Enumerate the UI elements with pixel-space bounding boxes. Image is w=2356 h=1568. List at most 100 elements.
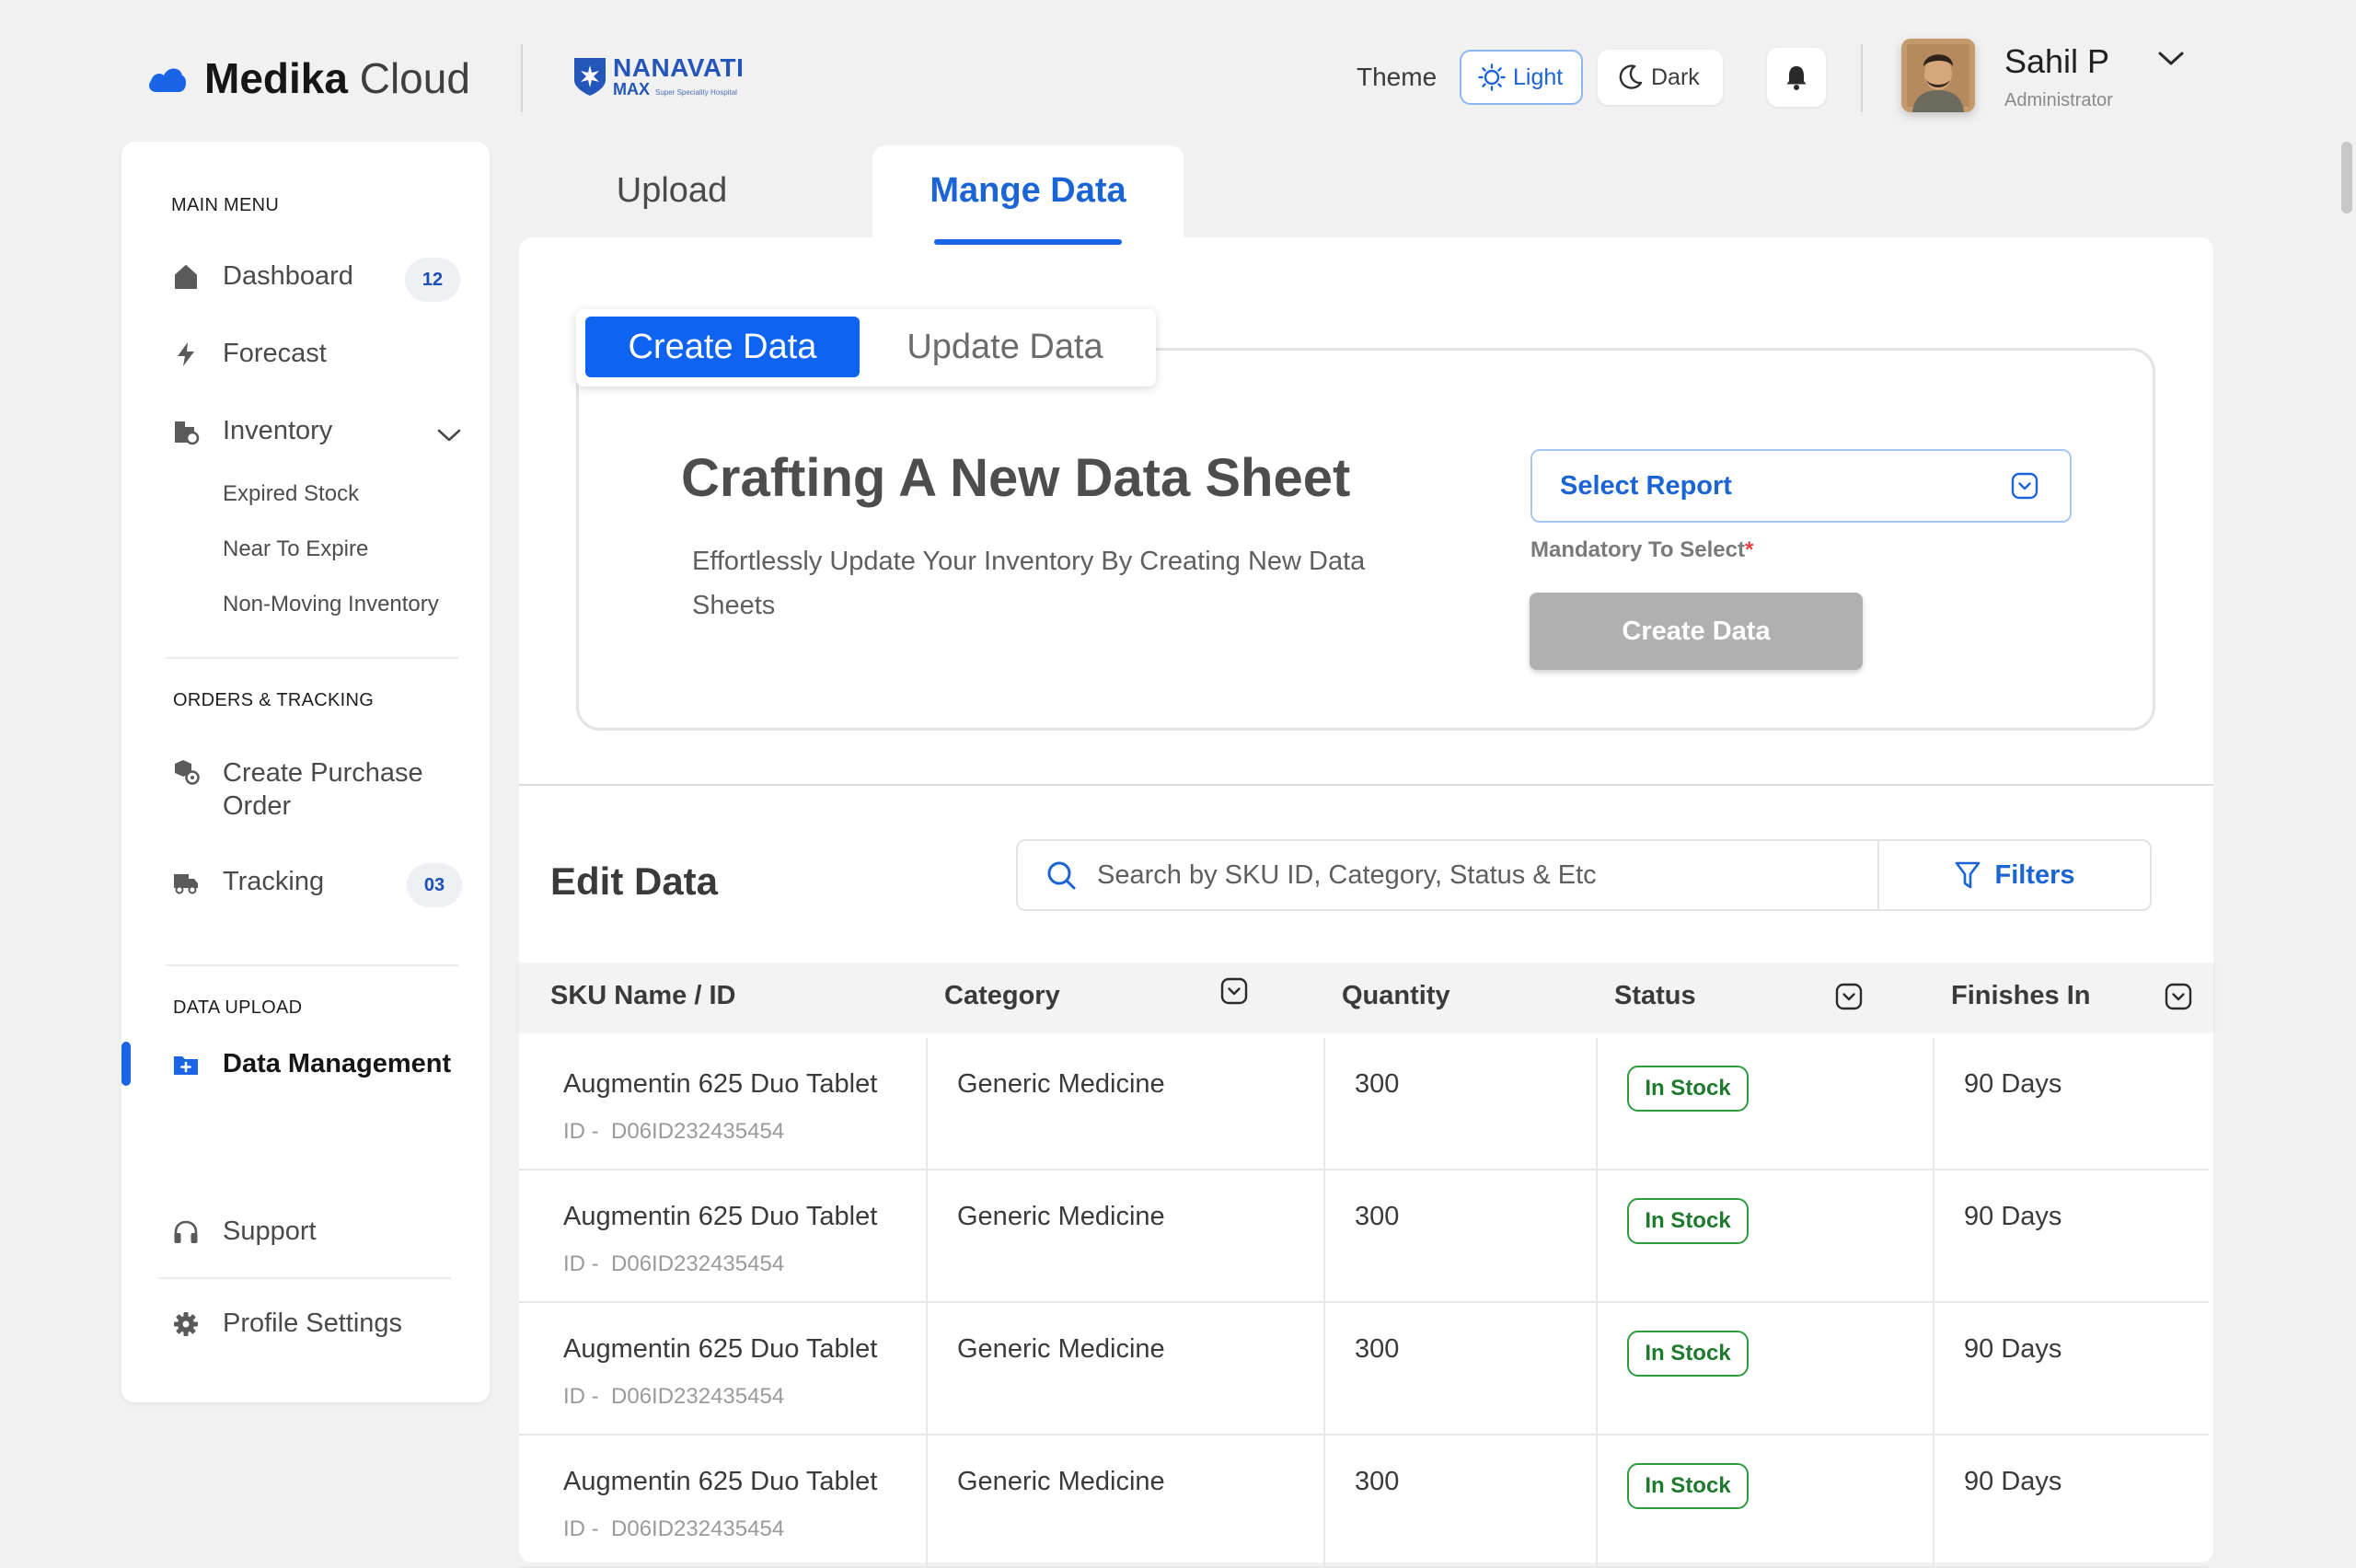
tracking-count-badge: 03: [407, 863, 462, 907]
table-row[interactable]: Augmentin 625 Duo Tablet ID - D06ID23243…: [519, 1435, 2209, 1568]
table-row[interactable]: Augmentin 625 Duo Tablet ID - D06ID23243…: [519, 1170, 2209, 1303]
chevron-down-icon: [2011, 472, 2038, 500]
search-input[interactable]: Search by SKU ID, Category, Status & Etc: [1016, 839, 1879, 911]
notifications-button[interactable]: [1767, 48, 1826, 107]
cloud-icon: [149, 68, 187, 92]
select-report-label: Select Report: [1560, 470, 1732, 501]
column-header-status[interactable]: Status: [1614, 981, 1696, 1011]
sidebar-item-tracking[interactable]: Tracking: [171, 867, 324, 897]
filter-icon: [1956, 861, 1981, 889]
chevron-down-icon[interactable]: [1220, 977, 1248, 1005]
sku-name: Augmentin 625 Duo Tablet: [563, 1467, 878, 1496]
create-data-button[interactable]: Create Data: [1530, 593, 1863, 670]
column-header-category[interactable]: Category: [944, 981, 1060, 1011]
create-data-tab[interactable]: Create Data: [585, 317, 860, 377]
sidebar-item-forecast[interactable]: Forecast: [171, 339, 327, 369]
table-row[interactable]: Augmentin 625 Duo Tablet ID - D06ID23243…: [519, 1038, 2209, 1170]
chevron-down-icon[interactable]: [2157, 50, 2185, 68]
category-cell: Generic Medicine: [957, 1467, 1165, 1496]
partner-sub: MAX: [613, 80, 650, 98]
header-divider: [1861, 44, 1863, 112]
sidebar-divider: [166, 657, 458, 659]
sidebar-item-inventory[interactable]: Inventory: [171, 416, 332, 446]
sidebar-item-profile-settings[interactable]: Profile Settings: [171, 1309, 402, 1339]
chevron-down-icon[interactable]: [2165, 983, 2192, 1010]
mandatory-hint: Mandatory To Select*: [1530, 537, 1754, 562]
section-data-upload: DATA UPLOAD: [173, 997, 303, 1018]
card-description: Effortlessly Update Your Inventory By Cr…: [692, 547, 1366, 620]
sidebar-item-dashboard[interactable]: Dashboard: [171, 261, 353, 292]
sku-name: Augmentin 625 Duo Tablet: [563, 1202, 878, 1231]
sidebar-item-label: Create Purchase Order: [223, 758, 423, 821]
select-report-dropdown[interactable]: Select Report: [1530, 449, 2072, 523]
table-row[interactable]: Augmentin 625 Duo Tablet ID - D06ID23243…: [519, 1303, 2209, 1435]
tab-manage-data[interactable]: Mange Data: [872, 171, 1184, 211]
column-header-sku[interactable]: SKU Name / ID: [550, 981, 735, 1011]
inventory-icon: [171, 417, 201, 446]
chevron-down-icon[interactable]: [1835, 983, 1863, 1010]
brand-name: Medika Cloud: [204, 54, 470, 102]
page-scrollbar[interactable]: [2341, 142, 2352, 213]
edit-data-title: Edit Data: [550, 859, 719, 903]
avatar[interactable]: [1901, 39, 1975, 112]
status-badge: In Stock: [1627, 1463, 1749, 1509]
brand[interactable]: Medika Cloud: [147, 53, 470, 103]
column-header-finishes-in[interactable]: Finishes In: [1951, 981, 2090, 1011]
sidebar-divider: [158, 1277, 451, 1279]
tab-upload[interactable]: Upload: [571, 171, 773, 211]
user-name: Sahil P: [2004, 42, 2110, 80]
category-cell: Generic Medicine: [957, 1069, 1165, 1099]
dashboard-count-badge: 12: [405, 258, 460, 302]
sidebar-item-create-purchase-order[interactable]: Create Purchase Order: [171, 756, 462, 823]
update-data-tab[interactable]: Update Data: [874, 317, 1136, 377]
category-cell: Generic Medicine: [957, 1202, 1165, 1231]
search-icon: [1047, 861, 1076, 890]
column-header-quantity[interactable]: Quantity: [1342, 981, 1450, 1011]
partner-tag: Super Speciality Hospital: [655, 88, 737, 97]
sidebar-item-label: Tracking: [223, 867, 325, 896]
sidebar-subitem-non-moving[interactable]: Non-Moving Inventory: [223, 592, 439, 617]
theme-dark-label: Dark: [1651, 63, 1700, 90]
active-tab-underline: [934, 239, 1122, 245]
user-role: Administrator: [2004, 90, 2113, 110]
section-main-menu: MAIN MENU: [171, 195, 280, 215]
category-cell: Generic Medicine: [957, 1334, 1165, 1364]
truck-icon: [171, 868, 201, 897]
sku-id: ID - D06ID232435454: [563, 1119, 785, 1144]
status-badge: In Stock: [1627, 1331, 1749, 1377]
filters-button[interactable]: Filters: [1877, 839, 2152, 911]
theme-light-button[interactable]: Light: [1460, 50, 1583, 105]
user-photo: [1901, 39, 1975, 112]
gear-icon: [171, 1309, 201, 1339]
sidebar-item-label: Inventory: [223, 416, 333, 445]
quantity-cell: 300: [1355, 1467, 1400, 1496]
status-badge: In Stock: [1627, 1198, 1749, 1244]
status-badge: In Stock: [1627, 1066, 1749, 1112]
sidebar-item-support[interactable]: Support: [171, 1216, 317, 1247]
sku-id: ID - D06ID232435454: [563, 1516, 785, 1541]
moon-icon: [1619, 64, 1643, 89]
hospital-logo-icon: [574, 58, 606, 96]
sku-name: Augmentin 625 Duo Tablet: [563, 1334, 878, 1364]
sidebar-item-label: Support: [223, 1216, 317, 1246]
partner-logo: NANAVATI MAX Super Speciality Hospital: [572, 55, 744, 98]
sidebar-divider: [166, 964, 458, 966]
section-divider: [519, 784, 2213, 786]
folder-plus-icon: [171, 1050, 201, 1079]
sku-name: Augmentin 625 Duo Tablet: [563, 1069, 878, 1099]
sidebar-item-label: Dashboard: [223, 261, 353, 291]
sidebar-item-label: Profile Settings: [223, 1309, 403, 1338]
lightning-icon: [171, 340, 201, 369]
chevron-down-icon[interactable]: [436, 427, 462, 444]
sidebar-subitem-near-to-expire[interactable]: Near To Expire: [223, 536, 368, 562]
theme-dark-button[interactable]: Dark: [1598, 50, 1723, 105]
section-orders-tracking: ORDERS & TRACKING: [173, 690, 375, 710]
sidebar-item-label: Forecast: [223, 339, 327, 368]
finishes-in-cell: 90 Days: [1964, 1334, 2062, 1364]
active-indicator: [121, 1042, 131, 1086]
sidebar-item-data-management[interactable]: Data Management: [171, 1049, 451, 1079]
sku-id: ID - D06ID232435454: [563, 1384, 785, 1409]
quantity-cell: 300: [1355, 1202, 1400, 1231]
quantity-cell: 300: [1355, 1334, 1400, 1364]
sidebar-subitem-expired-stock[interactable]: Expired Stock: [223, 481, 359, 507]
